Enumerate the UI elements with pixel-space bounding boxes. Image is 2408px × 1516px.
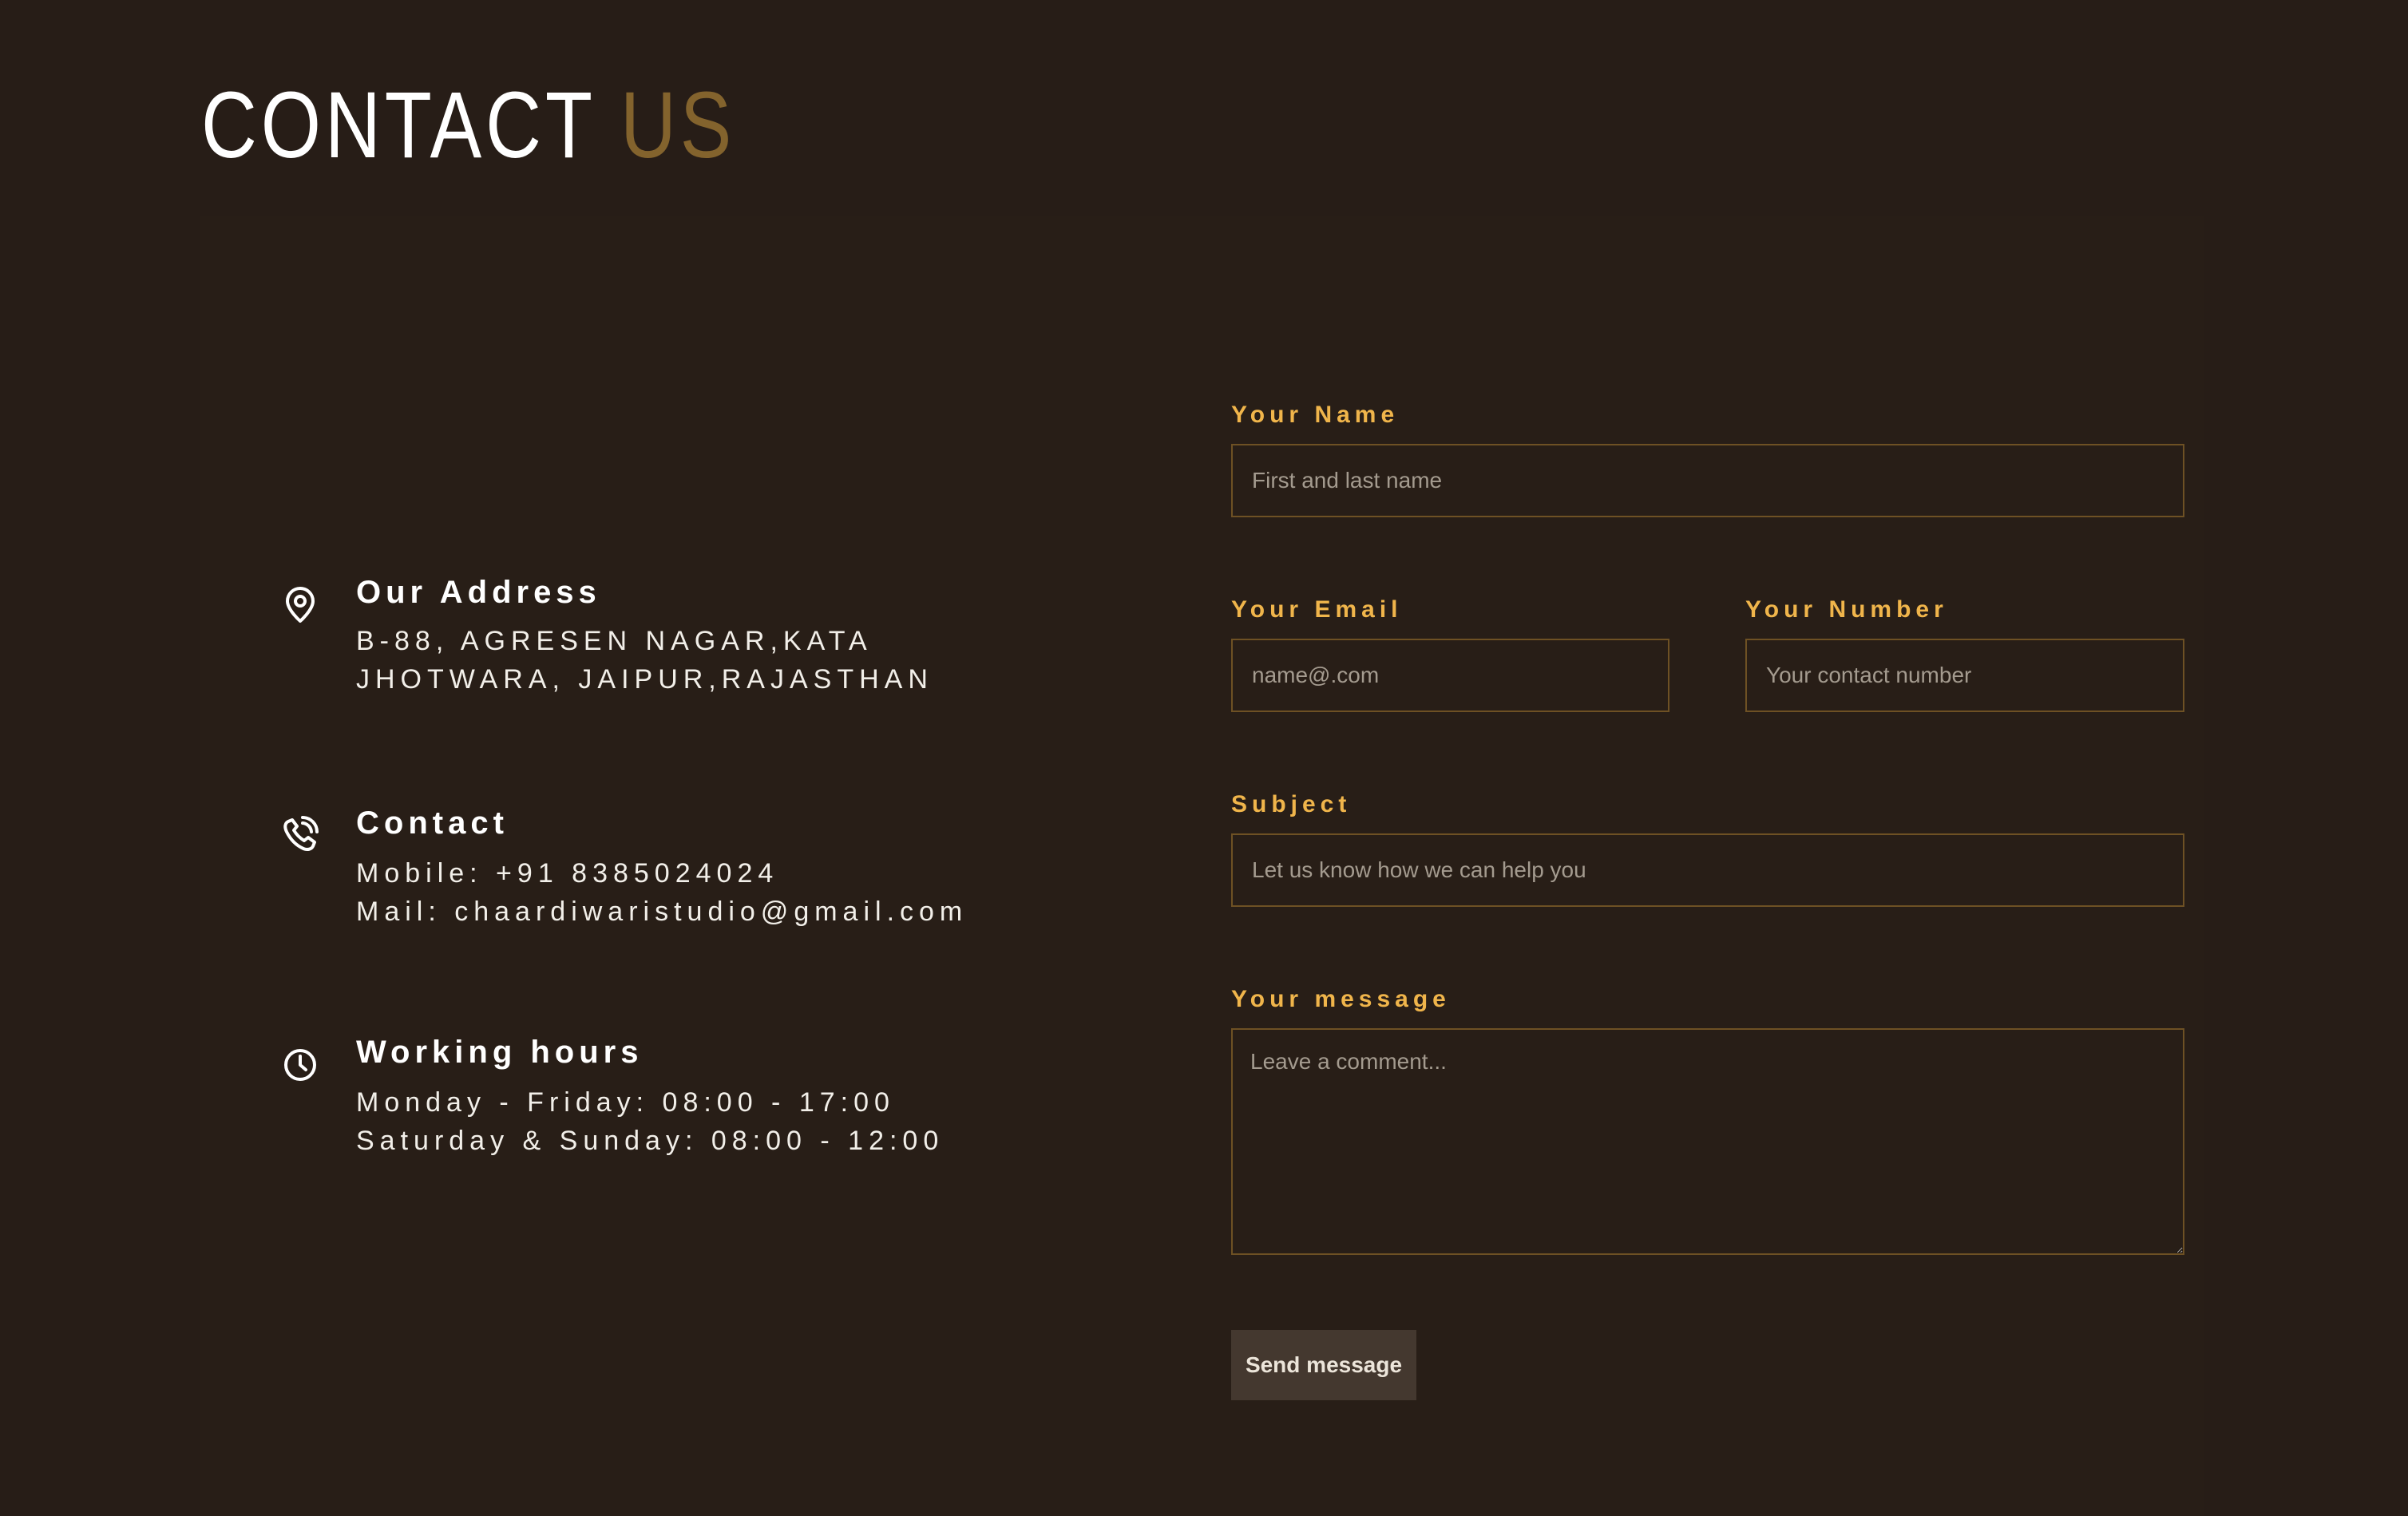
number-input[interactable] xyxy=(1745,639,2184,712)
address-line-1: B-88, AGRESEN NAGAR,KATA xyxy=(356,626,873,656)
contact-heading: Contact xyxy=(356,805,509,841)
email-label: Your Email xyxy=(1231,596,1403,623)
send-message-button[interactable]: Send message xyxy=(1231,1330,1416,1400)
hours-weekdays: Monday - Friday: 08:00 - 17:00 xyxy=(356,1087,895,1118)
phone-icon xyxy=(281,815,319,853)
hours-heading: Working hours xyxy=(356,1035,644,1070)
subject-input[interactable] xyxy=(1231,833,2184,907)
address-line-2: JHOTWARA, JAIPUR,RAJASTHAN xyxy=(356,664,933,695)
email-input[interactable] xyxy=(1231,639,1669,712)
page-title-main: CONTACT xyxy=(201,73,596,178)
contact-mobile: Mobile: +91 8385024024 xyxy=(356,858,779,889)
hours-weekend: Saturday & Sunday: 08:00 - 12:00 xyxy=(356,1126,945,1156)
contact-page: CONTACT US Our Address B-88, AGRESEN NAG… xyxy=(0,0,2408,1516)
address-heading: Our Address xyxy=(356,575,601,610)
page-title-accent: US xyxy=(620,73,736,178)
page-title: CONTACT US xyxy=(201,78,735,172)
message-label: Your message xyxy=(1231,986,1451,1012)
location-pin-icon xyxy=(281,586,319,624)
subject-label: Subject xyxy=(1231,791,1352,817)
name-input[interactable] xyxy=(1231,444,2184,517)
message-textarea[interactable] xyxy=(1231,1028,2184,1255)
contact-mail: Mail: chaardiwaristudio@gmail.com xyxy=(356,897,968,927)
name-label: Your Name xyxy=(1231,402,1400,428)
number-label: Your Number xyxy=(1745,596,1948,623)
clock-icon xyxy=(281,1046,319,1084)
